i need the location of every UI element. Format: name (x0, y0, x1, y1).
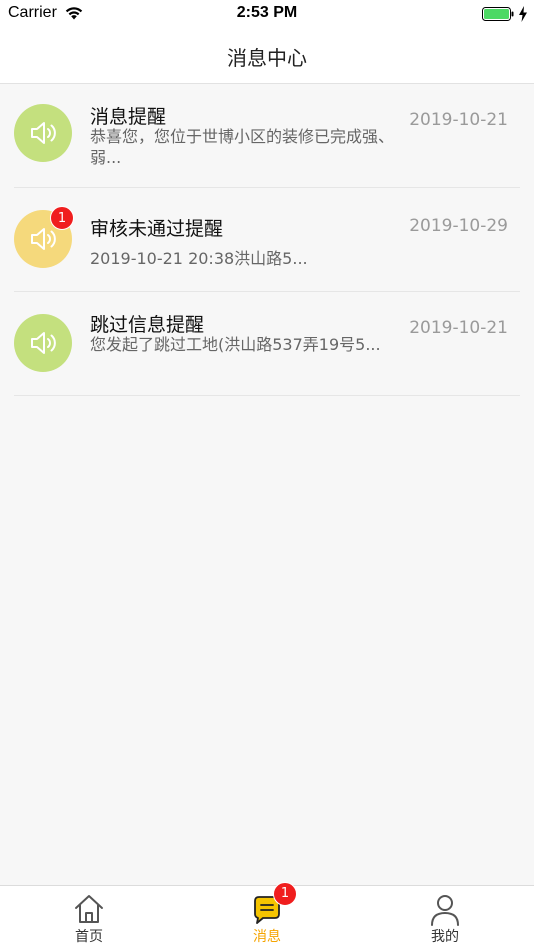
message-title: 审核未通过提醒 (90, 218, 224, 240)
unread-badge: 1 (50, 206, 74, 230)
tab-profile[interactable]: 我的 (385, 886, 505, 950)
message-item-audit-failed[interactable]: 1 审核未通过提醒 2019-10-21 20:38洪山路5... 2019-1… (14, 188, 520, 292)
tab-messages[interactable]: 1 消息 (207, 882, 327, 950)
message-date: 2019-10-21 (409, 318, 508, 338)
tab-badge: 1 (273, 882, 297, 906)
message-description: 恭喜您，您位于世博小区的装修已完成强、弱... (90, 127, 395, 167)
speaker-icon (31, 228, 56, 250)
app-screen: Carrier 2:53 PM 消息中心 消息提醒 恭喜您，您位于世博小区的装修… (0, 0, 534, 950)
home-icon (75, 895, 103, 923)
nav-header: 消息中心 (0, 28, 534, 84)
speaker-icon (31, 332, 56, 354)
status-bar: Carrier 2:53 PM (0, 0, 534, 28)
page-title: 消息中心 (227, 46, 307, 70)
tab-label: 消息 (253, 929, 281, 945)
person-icon (431, 895, 459, 926)
message-date: 2019-10-29 (409, 216, 508, 236)
tab-bar: 首页 1 消息 我的 (0, 882, 534, 950)
message-date: 2019-10-21 (409, 110, 508, 130)
message-description: 2019-10-21 20:38洪山路5... (90, 249, 308, 268)
tab-label: 首页 (75, 929, 103, 945)
charging-icon (519, 6, 527, 22)
message-avatar (14, 314, 72, 372)
clock: 2:53 PM (236, 4, 298, 21)
message-list: 消息提醒 恭喜您，您位于世博小区的装修已完成强、弱... 2019-10-21 … (0, 84, 534, 396)
battery-icon (482, 7, 514, 21)
tab-home[interactable]: 首页 (29, 886, 149, 950)
message-description: 您发起了跳过工地(洪山路537弄19号5... (90, 335, 381, 354)
message-title: 跳过信息提醒 (90, 314, 205, 336)
tab-label: 我的 (431, 929, 459, 945)
message-item-notice[interactable]: 消息提醒 恭喜您，您位于世博小区的装修已完成强、弱... 2019-10-21 (14, 84, 520, 188)
speaker-icon (31, 122, 56, 144)
message-item-skip-info[interactable]: 跳过信息提醒 您发起了跳过工地(洪山路537弄19号5... 2019-10-2… (14, 292, 520, 396)
message-avatar (14, 104, 72, 162)
message-title: 消息提醒 (90, 106, 167, 128)
